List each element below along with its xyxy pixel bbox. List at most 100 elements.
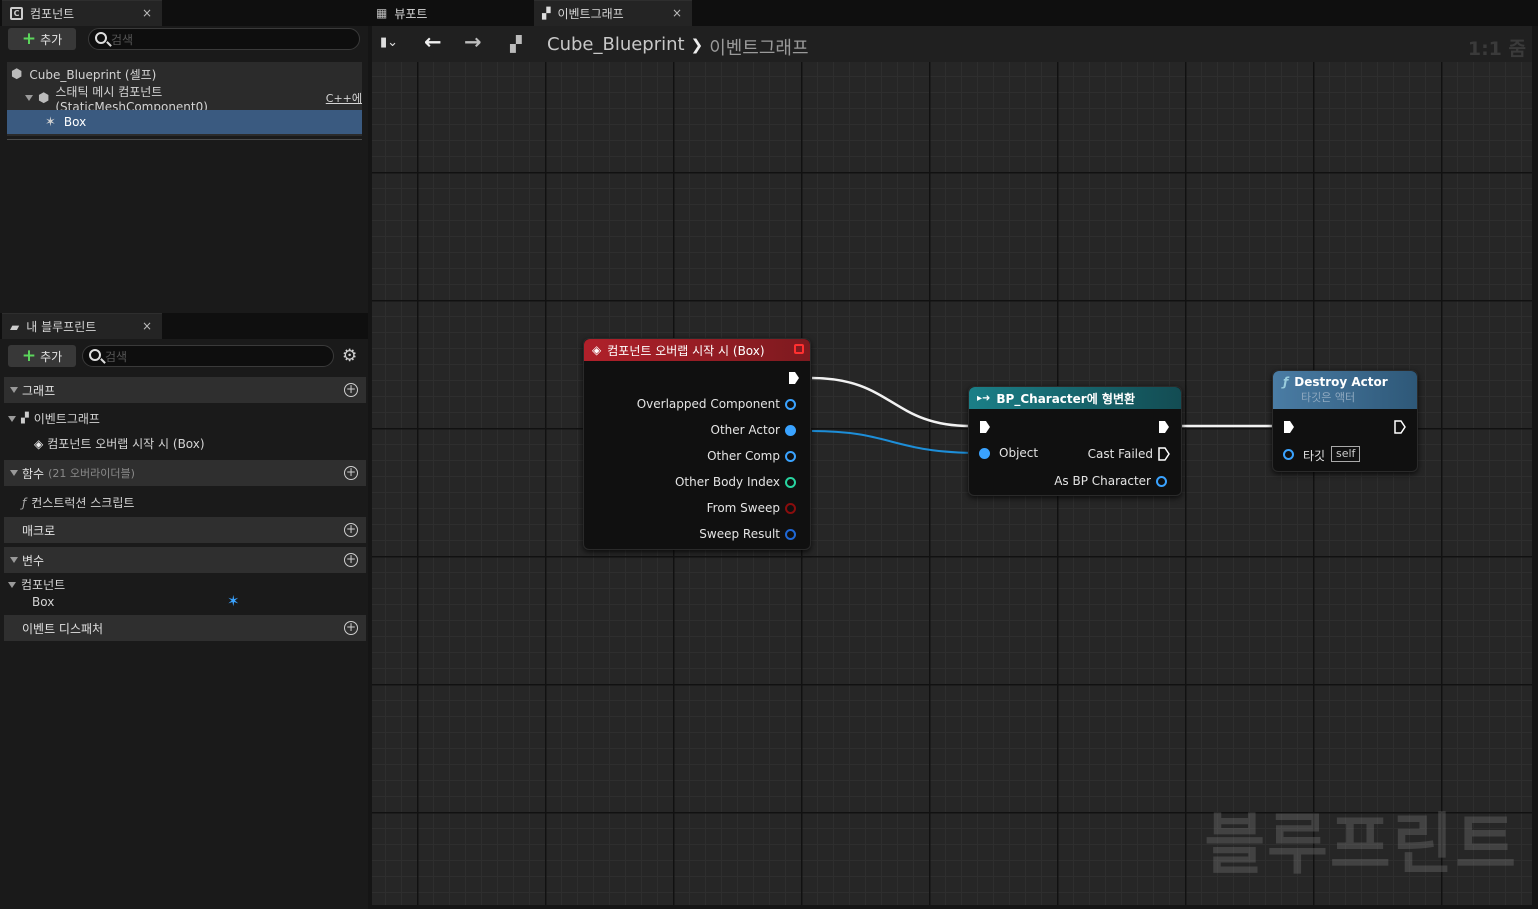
components-search-input[interactable]: 검색 [88, 28, 360, 50]
event-graph-item[interactable]: ▞ 이벤트그래프 [8, 410, 100, 427]
bool-pin[interactable] [785, 503, 796, 514]
category-variables[interactable]: 변수 + [4, 547, 366, 573]
category-label: 이벤트 디스패처 [22, 621, 104, 636]
tree-item-label: 스태틱 메시 컴포넌트 (StaticMeshComponent0) [55, 84, 208, 114]
bookmark-icon[interactable]: ▮⌄ [380, 35, 398, 50]
add-label: 추가 [40, 32, 63, 47]
pin-label: Other Actor [710, 423, 780, 437]
left-panels: C 컴포넌트 × + 추가 검색 ⬢ Cube_Blueprint (셀프) ⬢ … [0, 0, 368, 909]
plus-icon: + [21, 28, 37, 49]
cast-icon: ▸➜ [977, 392, 991, 404]
stop-icon [794, 344, 804, 354]
category-label: 매크로 [22, 523, 56, 538]
exec-out-pin[interactable] [788, 371, 800, 385]
add-member-button[interactable]: + 추가 [8, 345, 76, 367]
tab-my-blueprint[interactable]: ▰ 내 블루프린트 × [2, 313, 162, 339]
object-pin[interactable] [979, 448, 990, 459]
box-variable[interactable]: Box [32, 595, 54, 609]
search-icon [89, 349, 101, 361]
tab-event-graph[interactable]: ▞ 이벤트그래프 × [534, 0, 692, 26]
chevron-down-icon [25, 95, 33, 101]
pin-label: Other Body Index [674, 475, 780, 489]
cube-icon: ⬢ [38, 90, 50, 106]
category-event-dispatchers[interactable]: 이벤트 디스패처 + [4, 615, 366, 641]
back-arrow-icon[interactable]: ← [424, 30, 442, 54]
object-wire [811, 430, 981, 454]
tab-components[interactable]: C 컴포넌트 × [2, 0, 162, 26]
watermark: 블루프린트 [1204, 806, 1518, 883]
construction-script-item[interactable]: ƒ 컨스트럭션 스크립트 [22, 494, 134, 511]
add-circle-icon[interactable]: + [344, 621, 358, 635]
cast-node[interactable]: ▸➜ BP_Character에 형변환 Object Cast Failed … [968, 386, 1182, 496]
event-item-overlap[interactable]: ◈ 컴포넌트 오버랩 시작 시 (Box) [34, 435, 205, 452]
category-label: 함수 [22, 466, 45, 481]
tree-item-box[interactable]: ✶ Box [7, 110, 362, 134]
exec-out-pin[interactable] [1394, 420, 1406, 434]
category-macros[interactable]: 매크로 + [4, 517, 366, 543]
breadcrumb: Cube_Blueprint ❯ 이벤트그래프 [547, 34, 809, 60]
cpp-badge[interactable]: C++에 [326, 90, 362, 106]
overlap-event-node[interactable]: ◈ 컴포넌트 오버랩 시작 시 (Box) Overlapped Compone… [583, 338, 811, 550]
tree-item-static-mesh[interactable]: ⬢ 스태틱 메시 컴포넌트 (StaticMeshComponent0) C++… [7, 85, 362, 114]
search-icon [95, 32, 107, 44]
exec-in-pin[interactable] [1283, 420, 1295, 434]
object-pin[interactable] [785, 399, 796, 410]
divider [7, 139, 362, 140]
struct-pin[interactable] [785, 529, 796, 540]
node-title: Destroy Actor [1294, 375, 1388, 389]
add-circle-icon[interactable]: + [344, 523, 358, 537]
tab-label: 뷰포트 [394, 6, 428, 21]
myblueprint-search-input[interactable]: 검색 [82, 345, 334, 367]
tree-item-label: Cube_Blueprint (셀프) [29, 67, 157, 82]
function-icon: ƒ [22, 495, 27, 510]
add-circle-icon[interactable]: + [344, 553, 358, 567]
object-pin[interactable] [1156, 476, 1167, 487]
breadcrumb-root[interactable]: Cube_Blueprint [547, 34, 685, 60]
self-value[interactable]: self [1331, 446, 1361, 462]
tab-viewport[interactable]: ▦ 뷰포트 [368, 0, 528, 26]
event-icon: ◈ [34, 436, 44, 451]
viewport-icon: ▦ [376, 6, 388, 20]
pin-label: 타깃 [1303, 449, 1326, 463]
forward-arrow-icon[interactable]: → [464, 30, 482, 54]
pin-label: As BP Character [1054, 474, 1151, 488]
graph-icon: ▞ [542, 7, 551, 20]
object-pin[interactable] [785, 451, 796, 462]
add-label: 추가 [40, 349, 63, 364]
category-functions[interactable]: 함수 (21 오버라이더블) + [4, 460, 366, 486]
gear-icon[interactable]: ⚙ [342, 346, 357, 366]
exec-in-pin[interactable] [979, 420, 991, 434]
graph-toolbar: ▮⌄ ← → ▞ Cube_Blueprint ❯ 이벤트그래프 1:1 줌 [372, 26, 1532, 62]
category-label: 그래프 [22, 383, 56, 398]
item-label: Box [32, 595, 55, 609]
exec-out-pin[interactable] [1158, 447, 1170, 461]
components-variable-group[interactable]: 컴포넌트 [8, 576, 65, 593]
destroy-actor-node[interactable]: ƒ Destroy Actor 타깃은 액터 타깃 self [1272, 370, 1418, 472]
cube-icon: ⬢ [11, 66, 23, 82]
close-icon[interactable]: × [672, 6, 682, 20]
search-placeholder: 검색 [105, 349, 128, 364]
add-component-button[interactable]: + 추가 [8, 28, 76, 50]
pin-label: Cast Failed [1087, 447, 1153, 461]
node-header: ƒ Destroy Actor 타깃은 액터 [1273, 371, 1417, 409]
breadcrumb-separator: ❯ [690, 36, 704, 54]
tab-label: 이벤트그래프 [557, 7, 624, 21]
int-pin[interactable] [785, 477, 796, 488]
object-pin[interactable] [785, 425, 796, 436]
object-pin[interactable] [1283, 449, 1294, 460]
node-title: BP_Character에 형변환 [996, 391, 1136, 406]
chevron-down-icon [8, 415, 16, 422]
tab-components-label: 컴포넌트 [30, 7, 75, 21]
add-circle-icon[interactable]: + [344, 383, 358, 397]
pin-label: Object [999, 446, 1039, 460]
exec-out-pin[interactable] [1158, 420, 1170, 434]
item-label: 컨스트럭션 스크립트 [31, 496, 135, 510]
box-collision-icon: ✶ [227, 592, 240, 610]
item-label: 이벤트그래프 [33, 412, 100, 426]
close-icon[interactable]: × [142, 6, 152, 20]
wires [811, 376, 1280, 454]
category-graph[interactable]: 그래프 + [4, 377, 366, 403]
graph-canvas[interactable]: ◈ 컴포넌트 오버랩 시작 시 (Box) Overlapped Compone… [372, 62, 1532, 905]
add-circle-icon[interactable]: + [344, 466, 358, 480]
close-icon[interactable]: × [142, 319, 152, 333]
